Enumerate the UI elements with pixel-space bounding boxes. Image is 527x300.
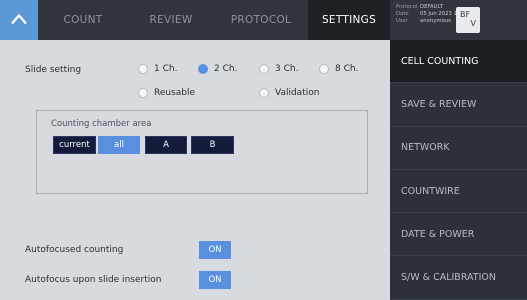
user-value: anonymous	[420, 18, 451, 24]
radio-dot-selected	[198, 64, 208, 74]
chamber-title: Counting chamber area	[51, 119, 152, 129]
tab-protocol[interactable]: PROTOCOL	[214, 0, 308, 40]
home-icon	[11, 14, 27, 24]
protocol-label: Protocol	[396, 4, 418, 10]
chamber-current-button[interactable]: current	[53, 136, 96, 154]
radio-1ch[interactable]: 1 Ch.	[138, 64, 177, 74]
counting-chamber-area: Counting chamber area current all A B	[36, 110, 368, 194]
radio-3ch-label: 3 Ch.	[275, 64, 299, 74]
radio-2ch-label: 2 Ch.	[214, 64, 238, 74]
radio-reusable[interactable]: Reusable	[138, 88, 195, 98]
radio-dot	[138, 64, 148, 74]
sidebar-item-network[interactable]: NETWORK	[390, 127, 527, 170]
home-button[interactable]	[0, 0, 38, 40]
radio-8ch-label: 8 Ch.	[335, 64, 359, 74]
settings-sidebar: CELL COUNTING SAVE & REVIEW NETWORK COUN…	[390, 40, 527, 300]
radio-2ch[interactable]: 2 Ch.	[198, 64, 237, 74]
user-label: User	[396, 18, 409, 24]
radio-3ch[interactable]: 3 Ch.	[259, 64, 298, 74]
radio-dot	[259, 88, 269, 98]
radio-reusable-label: Reusable	[154, 88, 196, 98]
radio-dot	[319, 64, 329, 74]
sidebar-item-cell-counting[interactable]: CELL COUNTING	[390, 40, 527, 84]
radio-validation[interactable]: Validation	[259, 88, 319, 98]
sidebar-item-sw-calibration[interactable]: S/W & CALIBRATION	[390, 256, 527, 300]
sidebar-item-countwire[interactable]: COUNTWIRE	[390, 170, 527, 214]
radio-dot	[138, 88, 148, 98]
tab-review[interactable]: REVIEW	[128, 0, 214, 40]
protocol-value: DEFAULT	[420, 4, 443, 10]
slide-setting-label: Slide setting	[25, 65, 82, 75]
radio-validation-label: Validation	[275, 88, 320, 98]
sidebar-item-date-power[interactable]: DATE & POWER	[390, 213, 527, 257]
autofocus-slide-insertion-toggle[interactable]: ON	[199, 271, 231, 289]
autofocus-slide-insertion-label: Autofocus upon slide insertion	[25, 275, 162, 285]
radio-8ch[interactable]: 8 Ch.	[319, 64, 358, 74]
chamber-all-button[interactable]: all	[98, 136, 140, 154]
user-badge[interactable]: BF V	[456, 7, 480, 33]
tab-count[interactable]: COUNT	[38, 0, 128, 40]
tab-settings[interactable]: SETTINGS	[308, 0, 390, 40]
top-bar: COUNT REVIEW PROTOCOL SETTINGS Protocol D…	[0, 0, 527, 40]
user-badge-line1: BF	[460, 10, 471, 19]
sidebar-item-save-review[interactable]: SAVE & REVIEW	[390, 83, 527, 127]
radio-dot	[259, 64, 269, 74]
chamber-b-button[interactable]: B	[191, 136, 234, 154]
user-badge-line2: V	[470, 19, 476, 28]
session-info: Protocol DEFAULT Date 05 Jun 2023 13:52 Us…	[390, 0, 484, 40]
chamber-a-button[interactable]: A	[145, 136, 187, 154]
radio-1ch-label: 1 Ch.	[154, 64, 178, 74]
date-label: Date	[396, 11, 409, 17]
autofocused-counting-label: Autofocused counting	[25, 245, 124, 255]
settings-panel: Slide setting 1 Ch. 2 Ch. 3 Ch. 8 Ch. Re…	[0, 40, 390, 300]
autofocused-counting-toggle[interactable]: ON	[199, 241, 231, 259]
